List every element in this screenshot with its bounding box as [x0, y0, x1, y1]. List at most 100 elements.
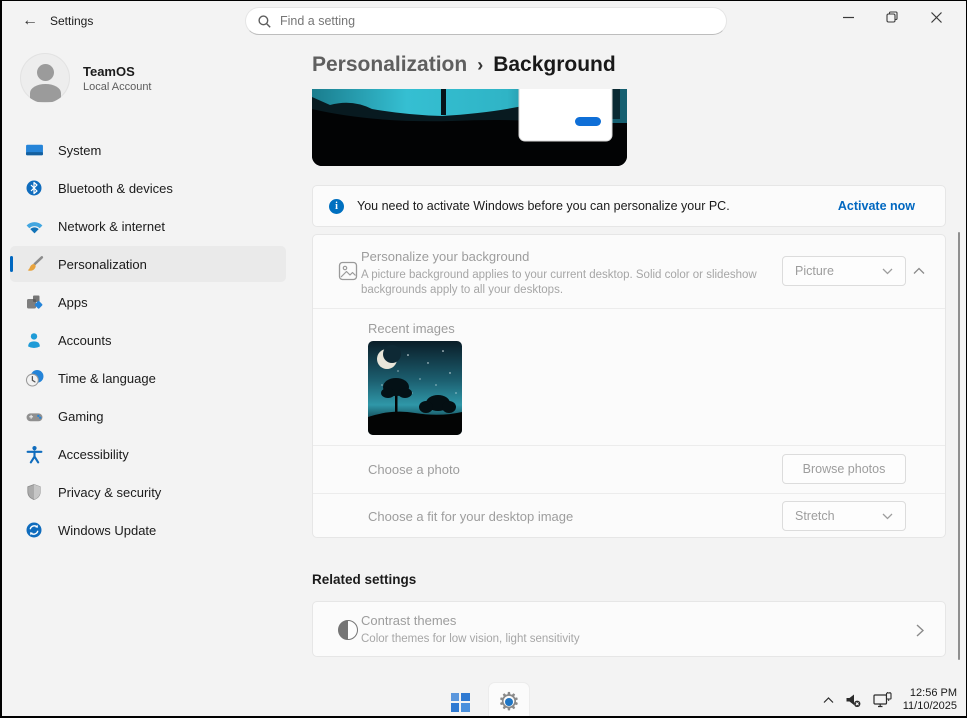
sidebar-item-label: Apps [58, 294, 88, 310]
clock[interactable]: 12:56 PM 11/10/2025 [903, 687, 957, 714]
avatar [20, 53, 70, 103]
search-box[interactable] [245, 7, 727, 35]
settings-window: ← Settings TeamOS [0, 0, 967, 718]
time-language-icon [24, 368, 44, 388]
sidebar-item-time-language[interactable]: Time & language [10, 360, 286, 396]
fit-value: Stretch [795, 509, 835, 523]
breadcrumb: Personalization › Background [312, 53, 616, 77]
collapse-chevron-icon[interactable] [913, 267, 925, 275]
activation-message: You need to activate Windows before you … [357, 199, 730, 213]
chevron-down-icon [882, 268, 893, 274]
contrast-themes-title: Contrast themes [361, 613, 457, 628]
windows-logo-icon [450, 692, 470, 712]
bluetooth-icon [24, 178, 44, 198]
info-icon: i [329, 198, 344, 214]
sidebar-item-bluetooth[interactable]: Bluetooth & devices [10, 170, 286, 206]
scrollbar[interactable] [958, 232, 960, 660]
related-settings-heading: Related settings [312, 572, 417, 587]
fit-dropdown[interactable]: Stretch [782, 501, 906, 531]
activation-banner: i You need to activate Windows before yo… [312, 185, 946, 227]
page-title: Background [493, 53, 616, 76]
gaming-icon [24, 406, 44, 426]
sidebar-item-label: Privacy & security [58, 484, 162, 500]
breadcrumb-separator-icon: › [477, 55, 484, 75]
choose-photo-label: Choose a photo [368, 462, 460, 477]
apps-icon [24, 292, 44, 312]
sidebar-item-apps[interactable]: Apps [10, 284, 286, 320]
network-tray-button[interactable] [873, 692, 892, 708]
search-icon [258, 14, 271, 28]
picture-icon [338, 261, 358, 281]
sidebar-item-label: Personalization [58, 256, 147, 272]
preview-accent-button [575, 117, 601, 126]
sidebar-item-accounts[interactable]: Accounts [10, 322, 286, 358]
background-preview [312, 89, 627, 166]
background-section-description: A picture background applies to your cur… [361, 269, 757, 296]
ethernet-icon [873, 692, 892, 708]
chevron-up-icon [823, 696, 834, 703]
sidebar-item-privacy[interactable]: Privacy & security [10, 474, 286, 510]
sidebar-item-label: Windows Update [58, 522, 157, 538]
sidebar-item-label: System [58, 142, 102, 158]
search-input[interactable] [280, 14, 714, 28]
background-settings-card: Personalize your background A picture ba… [312, 234, 946, 538]
sidebar-item-personalization[interactable]: Personalization [10, 246, 286, 282]
sidebar-item-label: Bluetooth & devices [58, 180, 173, 196]
sidebar-item-label: Gaming [58, 408, 104, 424]
divider [313, 493, 945, 494]
contrast-themes-card[interactable]: Contrast themes Color themes for low vis… [312, 601, 946, 657]
choose-fit-label: Choose a fit for your desktop image [368, 509, 574, 524]
sidebar-item-label: Accounts [58, 332, 112, 348]
sidebar-nav: System Bluetooth & devices Network & int… [10, 132, 286, 550]
chevron-right-icon [916, 624, 924, 637]
chevron-down-icon [882, 513, 893, 519]
sidebar-item-accessibility[interactable]: Accessibility [10, 436, 286, 472]
sidebar-item-label: Time & language [58, 370, 156, 386]
minimize-button[interactable] [826, 1, 870, 33]
personalization-icon [24, 254, 44, 274]
accessibility-icon [24, 444, 44, 464]
user-account-type: Local Account [83, 80, 152, 93]
divider [313, 445, 945, 446]
accounts-icon [24, 330, 44, 350]
system-icon [24, 140, 44, 160]
speaker-mute-icon [846, 694, 861, 707]
contrast-icon [338, 620, 358, 640]
tray-date: 11/10/2025 [902, 700, 957, 712]
start-button[interactable] [445, 688, 475, 716]
background-type-value: Picture [795, 264, 834, 278]
sidebar-item-network[interactable]: Network & internet [10, 208, 286, 244]
close-icon [930, 11, 942, 23]
restore-icon [886, 11, 898, 23]
settings-taskbar-button[interactable]: ⚙ [488, 682, 530, 716]
recent-images-label: Recent images [368, 321, 455, 336]
recent-image-thumbnail[interactable] [368, 341, 462, 435]
selected-indicator [10, 256, 13, 272]
background-section-title: Personalize your background [361, 249, 530, 264]
gear-icon: ⚙ [498, 689, 520, 714]
breadcrumb-personalization[interactable]: Personalization [312, 53, 467, 76]
sidebar-item-system[interactable]: System [10, 132, 286, 168]
background-type-dropdown[interactable]: Picture [782, 256, 906, 286]
sidebar-item-windows-update[interactable]: Windows Update [10, 512, 286, 548]
minimize-icon [842, 16, 854, 18]
volume-muted-button[interactable] [845, 693, 862, 708]
activate-now-link[interactable]: Activate now [838, 199, 915, 213]
tray-time: 12:56 PM [909, 686, 957, 699]
divider [313, 308, 945, 309]
restore-button[interactable] [870, 1, 914, 33]
sidebar-item-label: Accessibility [58, 446, 129, 462]
privacy-icon [24, 482, 44, 502]
back-button[interactable]: ← [16, 9, 44, 33]
user-name: TeamOS [83, 63, 135, 79]
sidebar-item-label: Network & internet [58, 218, 165, 234]
tray-expand-button[interactable] [823, 696, 834, 704]
window-title: Settings [50, 14, 94, 28]
user-profile[interactable]: TeamOS Local Account [20, 53, 152, 103]
browse-photos-button[interactable]: Browse photos [782, 454, 906, 484]
sidebar-item-gaming[interactable]: Gaming [10, 398, 286, 434]
windows-update-icon [24, 520, 44, 540]
close-button[interactable] [914, 1, 958, 33]
system-tray: 12:56 PM 11/10/2025 [812, 682, 957, 716]
network-icon [24, 216, 44, 236]
